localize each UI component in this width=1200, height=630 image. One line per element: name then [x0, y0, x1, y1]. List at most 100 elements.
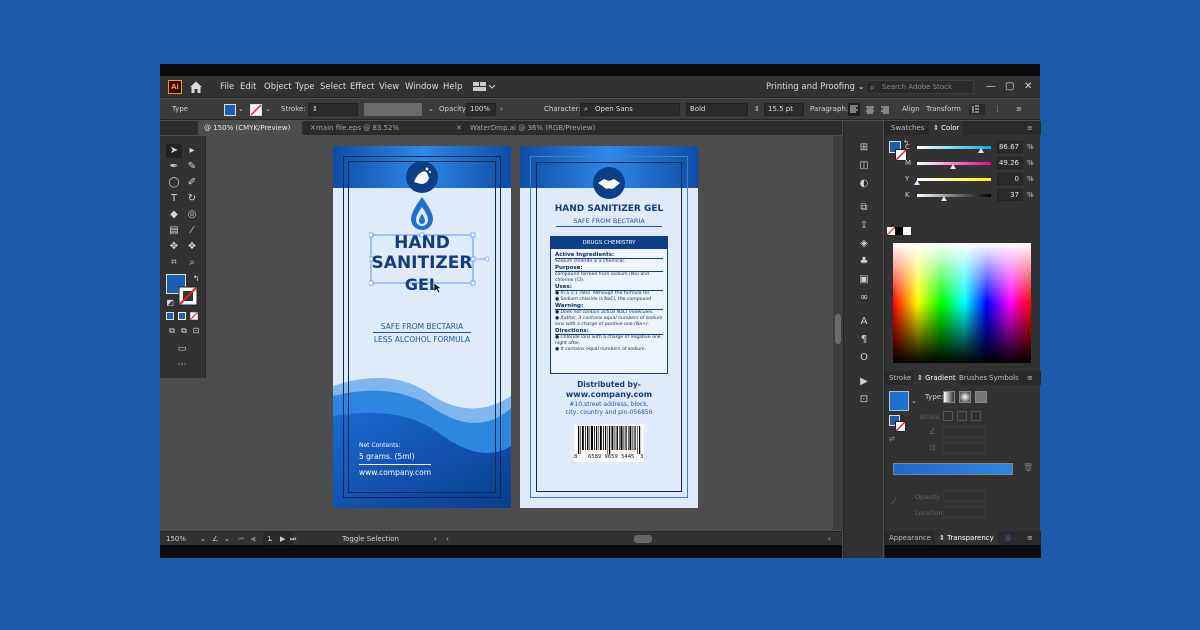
artboard-canvas[interactable]: HAND SANITIZER GEL SAFE FROM BECTARIA LE…	[207, 136, 843, 530]
artboards-icon[interactable]: ⧉	[856, 201, 872, 215]
menu-type[interactable]: Type	[295, 76, 315, 98]
cmyk-slider-c[interactable]: C 86.67%	[905, 141, 1039, 155]
aspect-ratio-field[interactable]	[943, 443, 985, 453]
home-icon[interactable]	[188, 79, 204, 95]
rotate-view-icon[interactable]: ∠	[212, 532, 218, 546]
font-size-stepper-icon[interactable]: ⇕	[754, 99, 760, 120]
panel-menu-icon[interactable]: ≡	[1027, 371, 1033, 385]
paintbrush-tool-icon[interactable]: ✐	[184, 176, 200, 190]
none-mode-button[interactable]	[190, 312, 198, 320]
first-artboard-icon[interactable]: ⏮	[238, 532, 244, 546]
fill-swatch[interactable]	[224, 104, 236, 116]
tab-document-1[interactable]: @ 150% (CMYK/Preview)	[198, 121, 302, 135]
slider-track[interactable]	[917, 194, 991, 197]
tab-appearance[interactable]: Appearance	[889, 531, 931, 545]
eyedropper-icon[interactable]: ⁄	[893, 497, 895, 507]
chevron-down-icon[interactable]: ⌄	[224, 532, 230, 546]
arrange-documents-icon[interactable]	[473, 82, 495, 92]
paragraph-panel-icon[interactable]: ¶	[856, 333, 872, 347]
gradient-tool-icon[interactable]: ▤	[166, 224, 182, 238]
chevron-right-icon[interactable]: ›	[828, 532, 831, 546]
tab-waterdrop[interactable]: WaterDrop.ai @ 36% (RGB/Preview)	[464, 121, 604, 135]
radial-gradient-button[interactable]	[959, 391, 971, 403]
opentype-panel-icon[interactable]: O	[856, 351, 872, 365]
tab-brushes[interactable]: Brushes	[959, 371, 987, 385]
zoom-level[interactable]: 150%	[166, 532, 186, 546]
white-swatch[interactable]	[903, 227, 911, 235]
tab-gradient[interactable]: ⇕ Gradient	[913, 371, 960, 385]
draw-inside-icon[interactable]: ⊡	[188, 324, 204, 338]
gradient-location-field[interactable]	[943, 507, 985, 517]
gradient-stroke-swatch[interactable]	[895, 421, 906, 432]
direct-selection-icon[interactable]: ▸	[184, 144, 200, 158]
text-options-icon[interactable]	[968, 103, 986, 116]
symbol-sprayer-icon[interactable]: ❖	[184, 240, 200, 254]
tab-transparency[interactable]: ⇕ Transparency	[935, 531, 998, 545]
tab-symbols[interactable]: Symbols	[989, 371, 1019, 385]
angle-field[interactable]	[943, 427, 985, 437]
gradient-preview-swatch[interactable]	[889, 391, 909, 411]
vertical-scroll-thumb[interactable]	[835, 314, 841, 344]
minimize-icon[interactable]: —	[986, 76, 996, 98]
blend-tool-icon[interactable]: ✥	[166, 240, 182, 254]
eyedropper-tool-icon[interactable]: ⁄	[184, 224, 200, 238]
chevron-left-icon[interactable]: ‹	[446, 532, 449, 546]
trash-icon[interactable]: 🗑	[1023, 463, 1033, 472]
ellipse-tool-icon[interactable]: ◯	[166, 176, 182, 190]
search-input[interactable]: ⌕ Search Adobe Stock	[866, 80, 974, 94]
stroke-color-swatch[interactable]	[178, 286, 198, 306]
panel-menu-icon[interactable]: ≡	[1027, 531, 1033, 545]
properties-panel-icon[interactable]: ⊞	[856, 141, 872, 155]
horizontal-scroll-thumb[interactable]	[634, 535, 652, 543]
links-icon[interactable]: ∞	[856, 291, 872, 305]
menu-help[interactable]: Help	[443, 76, 462, 98]
more-options-icon[interactable]: ⋮	[994, 99, 1001, 120]
last-artboard-icon[interactable]: ⏭	[290, 532, 296, 546]
menu-object[interactable]: Object	[264, 76, 292, 98]
channel-value-field[interactable]: 0	[997, 173, 1023, 185]
shape-builder-icon[interactable]: ◎	[184, 208, 200, 222]
menu-select[interactable]: Select	[320, 76, 346, 98]
color-guide-icon[interactable]: ◫	[856, 159, 872, 173]
menu-view[interactable]: View	[379, 76, 399, 98]
stroke-across-button[interactable]	[971, 411, 981, 421]
channel-value-field[interactable]: 86.67	[997, 141, 1023, 153]
curvature-tool-icon[interactable]: ✎	[184, 160, 200, 174]
tab-stroke[interactable]: Stroke	[889, 371, 911, 385]
panel-menu-icon[interactable]: ≡	[1027, 121, 1033, 135]
align-left-button[interactable]	[848, 103, 860, 116]
selection-tool-icon[interactable]: ➤	[166, 144, 182, 158]
align-right-icon[interactable]	[879, 104, 891, 116]
zoom-tool-icon[interactable]: ⌕	[184, 256, 200, 270]
transform-panel-icon[interactable]: ⊡	[856, 393, 872, 407]
swap-colors-icon[interactable]: ↰	[188, 272, 204, 286]
back-label-artboard[interactable]: HAND SANITIZER GEL SAFE FROM BECTARIA DR…	[520, 146, 698, 508]
gradient-mode-button[interactable]	[178, 312, 186, 320]
asset-export-icon[interactable]: ⇪	[856, 219, 872, 233]
transform-link[interactable]: Transform	[926, 99, 961, 120]
opacity-field[interactable]: 100%	[466, 103, 496, 116]
default-colors-icon[interactable]: ◩	[162, 296, 178, 310]
chevron-down-icon[interactable]: ⌄	[238, 99, 244, 120]
slider-track[interactable]	[917, 178, 991, 181]
workspace-switcher[interactable]: Printing and Proofing ⌄	[766, 76, 865, 98]
stroke-within-button[interactable]	[943, 411, 953, 421]
chevron-down-icon[interactable]: ⌄	[265, 99, 271, 120]
next-artboard-icon[interactable]: ▶	[280, 532, 285, 546]
tab-main-file[interactable]: main file.eps @ 83.52% (RGB/Preview)	[310, 121, 450, 146]
prev-artboard-icon[interactable]: ◀	[250, 532, 255, 546]
cmyk-slider-m[interactable]: M 49.26%	[905, 157, 1039, 171]
black-swatch[interactable]	[895, 227, 903, 235]
graphic-styles-icon[interactable]: ▣	[856, 273, 872, 287]
menu-effect[interactable]: Effect	[350, 76, 374, 98]
artboard-tool-icon[interactable]: ⌗	[166, 256, 182, 270]
close-icon[interactable]: ✕	[1024, 76, 1032, 98]
record-icon[interactable]: ◎	[1005, 531, 1011, 545]
chevron-down-icon[interactable]: ⌄	[428, 99, 434, 120]
tab-swatches[interactable]: Swatches	[891, 121, 924, 135]
align-link[interactable]: Align	[902, 99, 920, 120]
type-tool-icon[interactable]: T	[166, 192, 182, 206]
vertical-scrollbar[interactable]	[833, 136, 843, 530]
align-center-icon[interactable]	[864, 104, 876, 116]
font-family-field[interactable]: ⌕ Open Sans	[580, 103, 680, 116]
